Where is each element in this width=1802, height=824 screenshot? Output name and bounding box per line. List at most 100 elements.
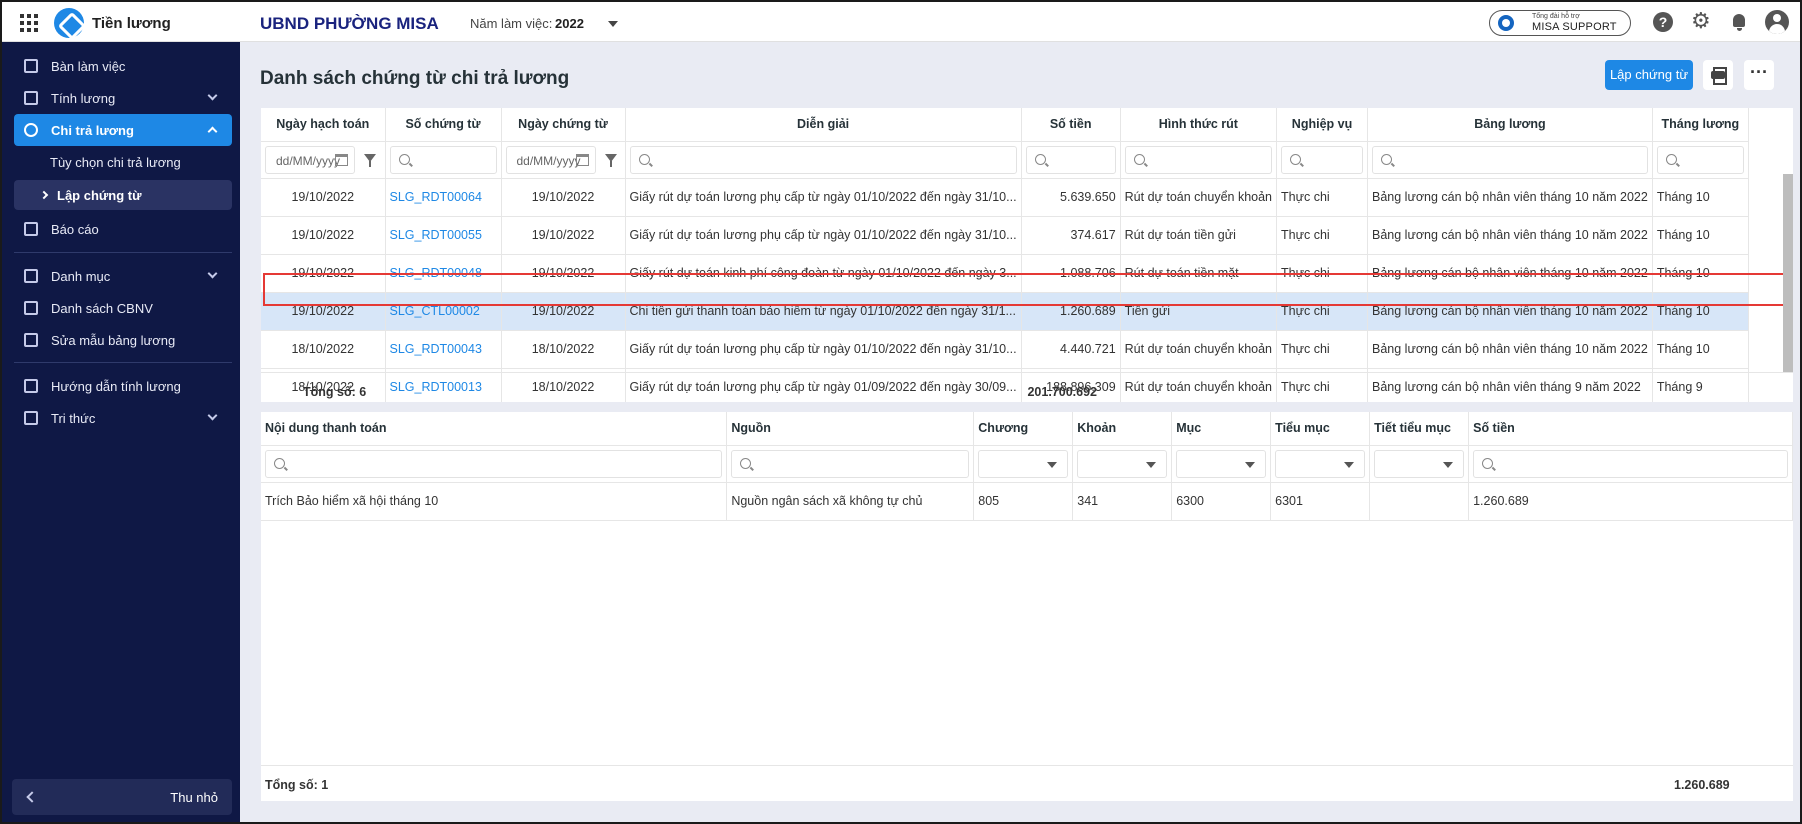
payroll-month-cell: Tháng 10 (1652, 216, 1749, 255)
table-row[interactable]: 19/10/2022 SLG_RDT00048 19/10/2022 Giấy … (261, 254, 1749, 293)
chapter-filter[interactable] (978, 449, 1069, 478)
calendar-icon[interactable] (335, 153, 348, 166)
working-year-label: Năm làm việc: (470, 16, 553, 31)
vertical-scrollbar[interactable] (1783, 174, 1793, 372)
table-row[interactable]: 18/10/2022 SLG_RDT00043 18/10/2022 Giấy … (261, 330, 1749, 369)
table-row[interactable]: Trích Bảo hiểm xã hội tháng 10 Nguồn ngâ… (261, 482, 1793, 521)
subcategory-filter[interactable] (1275, 449, 1366, 478)
sidebar-item-dashboard[interactable]: Bàn làm việc (14, 50, 232, 82)
column-header[interactable]: Tháng lương (1652, 108, 1749, 142)
voucher-date-filter[interactable]: dd/MM/yyyy (505, 145, 617, 174)
sidebar-item-label: Bàn làm việc (51, 59, 126, 74)
calendar-icon[interactable] (575, 153, 589, 166)
column-header[interactable]: Tiết tiểu mục (1369, 412, 1470, 446)
column-header[interactable]: Hình thức rút (1120, 108, 1278, 142)
item-cell: 341 (1072, 482, 1173, 521)
source-filter[interactable] (731, 449, 970, 478)
app-window: Tiền lương UBND PHƯỜNG MISA Năm làm việc… (0, 0, 1802, 824)
column-header[interactable]: Khoản (1072, 412, 1173, 446)
sub-subcategory-filter[interactable] (1374, 449, 1465, 478)
column-header[interactable]: Chương (973, 412, 1074, 446)
help-icon[interactable]: ? (1653, 12, 1673, 32)
payment-detail-panel: Nội dung thanh toán Nguồn Chương Khoản M… (261, 412, 1793, 801)
posting-date-filter[interactable]: dd/MM/yyyy (265, 145, 376, 174)
column-header[interactable]: Tiểu mục (1270, 412, 1371, 446)
table-row-selected[interactable]: 19/10/2022 SLG_CTL00002 19/10/2022 Chi t… (261, 292, 1749, 331)
sidebar-subitem-create-voucher[interactable]: Lập chứng từ (14, 180, 232, 210)
amount-filter[interactable] (1025, 145, 1116, 174)
sidebar-item-knowledge[interactable]: Tri thức (14, 402, 232, 434)
detail-header-row: Nội dung thanh toán Nguồn Chương Khoản M… (261, 412, 1793, 446)
chevron-down-icon[interactable] (608, 21, 618, 27)
description-filter[interactable] (629, 145, 1017, 174)
column-header[interactable]: Diễn giải (625, 108, 1022, 142)
sidebar-subitem-payment-options[interactable]: Tùy chọn chi trả lương (14, 147, 232, 177)
subcategory-cell: 6301 (1270, 482, 1371, 521)
column-header[interactable]: Bảng lương (1367, 108, 1653, 142)
column-header[interactable]: Ngày chứng từ (501, 108, 626, 142)
payroll-cell: Bảng lương cán bộ nhân viên tháng 10 năm… (1367, 216, 1653, 255)
withdrawal-type-cell: Tiền gửi (1120, 292, 1278, 331)
user-avatar-icon[interactable] (1765, 10, 1789, 34)
guide-icon (24, 379, 38, 393)
column-header[interactable]: Nguồn (726, 412, 975, 446)
voucher-date-cell: 19/10/2022 (501, 292, 626, 331)
gear-icon[interactable] (1691, 8, 1711, 34)
date-placeholder: dd/MM/yyyy (516, 153, 581, 168)
filter-icon[interactable] (604, 153, 617, 167)
sidebar-item-salary-payment[interactable]: Chi trả lương (14, 114, 232, 146)
total-count: Tổng số: 6 (303, 385, 367, 399)
category-filter[interactable] (1176, 449, 1267, 478)
misa-support-button[interactable]: Tổng đài hỗ trợ MISA SUPPORT (1489, 10, 1631, 36)
source-cell: Nguồn ngân sách xã không tự chủ (726, 482, 975, 521)
bell-icon[interactable] (1729, 12, 1749, 32)
table-row[interactable]: 19/10/2022 SLG_RDT00055 19/10/2022 Giấy … (261, 216, 1749, 255)
bar-chart-icon (24, 222, 38, 236)
apps-grid-icon[interactable] (20, 14, 38, 32)
column-header[interactable]: Nội dung thanh toán (261, 412, 728, 446)
column-header[interactable]: Số tiền (1468, 412, 1793, 446)
sidebar-item-catalog[interactable]: Danh mục (14, 260, 232, 292)
voucher-no-link[interactable]: SLG_RDT00064 (385, 178, 502, 217)
column-header[interactable]: Mục (1171, 412, 1272, 446)
sidebar-item-label: Hướng dẫn tính lương (51, 379, 181, 394)
voucher-no-link[interactable]: SLG_RDT00055 (385, 216, 502, 255)
working-year-select[interactable]: 2022 (555, 16, 584, 31)
content-filter[interactable] (265, 449, 723, 478)
sidebar-item-employees[interactable]: Danh sách CBNV (14, 292, 232, 324)
column-header[interactable]: Nghiệp vụ (1276, 108, 1369, 142)
operation-filter[interactable] (1281, 145, 1364, 174)
withdrawal-type-filter[interactable] (1124, 145, 1273, 174)
column-header[interactable]: Số tiền (1021, 108, 1121, 142)
voucher-table: Ngày hạch toán Số chứng từ Ngày chứng từ… (261, 108, 1749, 402)
print-button[interactable] (1703, 60, 1733, 90)
chevron-down-icon (1146, 461, 1157, 468)
detail-amount-filter[interactable] (1473, 449, 1788, 478)
more-options-button[interactable]: ··· (1744, 60, 1774, 90)
sidebar-item-guide[interactable]: Hướng dẫn tính lương (14, 370, 232, 402)
search-icon (740, 457, 752, 469)
sidebar-item-reports[interactable]: Báo cáo (14, 213, 232, 245)
filter-icon[interactable] (364, 153, 376, 167)
item-filter[interactable] (1077, 449, 1168, 478)
content-cell: Trích Bảo hiểm xã hội tháng 10 (261, 482, 728, 521)
sidebar-item-edit-template[interactable]: Sửa mẫu bảng lương (14, 324, 232, 356)
column-header[interactable]: Ngày hạch toán (261, 108, 386, 142)
voucher-no-link[interactable]: SLG_RDT00048 (385, 254, 502, 293)
create-voucher-button[interactable]: Lập chứng từ (1605, 60, 1693, 90)
column-header[interactable]: Số chứng từ (385, 108, 502, 142)
phone-icon (1498, 15, 1514, 31)
sidebar-item-payroll-calc[interactable]: Tính lương (14, 82, 232, 114)
description-cell: Chi tiền gửi thanh toán bảo hiểm từ ngày… (625, 292, 1022, 331)
voucher-no-filter[interactable] (389, 145, 497, 174)
voucher-no-link[interactable]: SLG_RDT00043 (385, 330, 502, 369)
voucher-date-cell: 19/10/2022 (501, 178, 626, 217)
payroll-filter[interactable] (1372, 145, 1648, 174)
amount-cell: 5.639.650 (1021, 178, 1121, 217)
voucher-no-link[interactable]: SLG_CTL00002 (385, 292, 502, 331)
payroll-month-filter[interactable] (1656, 145, 1744, 174)
collapse-sidebar-button[interactable]: Thu nhỏ (12, 779, 232, 815)
table-row[interactable]: 19/10/2022 SLG_RDT00064 19/10/2022 Giấy … (261, 178, 1749, 217)
sidebar-divider (14, 362, 232, 363)
amount-cell: 1.260.689 (1468, 482, 1793, 521)
